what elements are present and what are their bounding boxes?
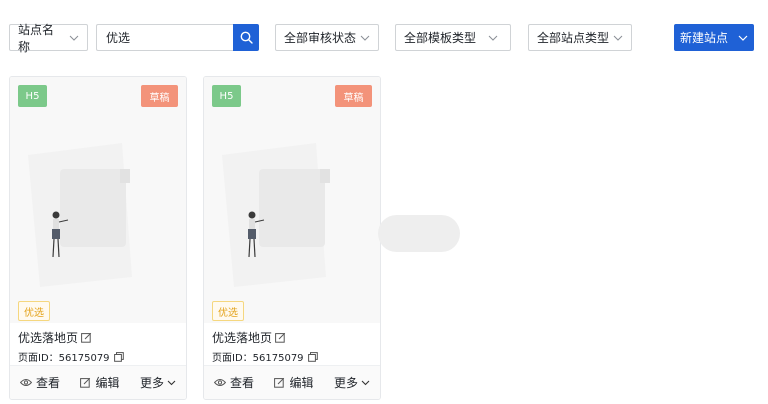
edit-title-icon[interactable] [81,332,92,343]
new-site-button-label: 新建站点 [679,31,728,45]
chevron-down-icon [488,33,498,43]
status-badge: 草稿 [335,85,372,107]
eye-icon [20,378,32,387]
category-tag: 优选 [212,301,244,321]
chevron-down-icon [167,380,176,386]
page-id: 页面ID：56175079 [212,349,372,364]
page-id-text: 页面ID：56175079 [212,353,304,364]
chevron-down-icon [738,35,748,41]
card-actions: 查看 编辑 更多 [204,365,380,399]
site-thumbnail[interactable]: H5 草稿 优选 [10,77,186,323]
search-icon [240,31,253,44]
empty-illustration [10,77,186,323]
card-title: 优选落地页 [18,329,178,346]
edit-icon [274,377,285,388]
template-type-select-label: 全部模板类型 [404,31,477,45]
site-type-select[interactable]: 全部站点类型 [528,24,632,51]
copy-icon[interactable] [307,351,318,362]
template-type-select[interactable]: 全部模板类型 [395,24,511,51]
review-status-select[interactable]: 全部审核状态 [275,24,379,51]
site-thumbnail[interactable]: H5 草稿 优选 [204,77,380,323]
edit-button-label: 编辑 [95,376,120,390]
type-badge: H5 [18,85,47,107]
more-button-label: 更多 [333,376,358,390]
review-status-select-label: 全部审核状态 [284,31,357,45]
chevron-down-icon [613,33,623,43]
empty-illustration [204,77,380,323]
more-button[interactable]: 更多 [140,374,176,391]
search-input[interactable] [96,24,233,51]
card-info: 优选落地页 页面ID：56175079 [204,323,380,365]
card-title-text: 优选落地页 [212,331,273,345]
edit-button[interactable]: 编辑 [80,374,120,391]
view-button[interactable]: 查看 [20,374,60,391]
view-button[interactable]: 查看 [214,374,254,391]
card-title: 优选落地页 [212,329,372,346]
new-site-button[interactable]: 新建站点 [674,24,754,51]
filter-toolbar: 站点名称 全部审核状态 全部模板类型 全部站点类型 新建站点 [9,23,754,54]
more-button[interactable]: 更多 [334,374,370,391]
view-button-label: 查看 [36,376,61,390]
site-name-select[interactable]: 站点名称 [9,23,88,54]
type-badge: H5 [212,85,241,107]
chevron-down-icon [360,33,370,43]
site-name-select-label: 站点名称 [18,22,55,54]
chevron-down-icon [361,380,370,386]
edit-title-icon[interactable] [275,332,286,343]
site-card[interactable]: H5 草稿 优选 优选落地页 页面ID：56175079 查看 编辑 更多 [9,76,187,400]
search-button[interactable] [233,24,259,51]
site-type-select-label: 全部站点类型 [537,31,610,45]
status-badge: 草稿 [141,85,178,107]
page-id: 页面ID：56175079 [18,349,178,364]
view-button-label: 查看 [230,376,255,390]
more-button-label: 更多 [139,376,164,390]
edit-icon [80,377,91,388]
card-title-text: 优选落地页 [18,331,79,345]
page-id-text: 页面ID：56175079 [18,353,110,364]
edit-button-label: 编辑 [289,376,314,390]
copy-icon[interactable] [113,351,124,362]
loading-indicator [378,215,460,252]
edit-button[interactable]: 编辑 [274,374,314,391]
chevron-down-icon [69,33,79,43]
card-actions: 查看 编辑 更多 [10,365,186,399]
eye-icon [214,378,226,387]
card-info: 优选落地页 页面ID：56175079 [10,323,186,365]
site-card[interactable]: H5 草稿 优选 优选落地页 页面ID：56175079 查看 编辑 更多 [203,76,381,400]
category-tag: 优选 [18,301,50,321]
